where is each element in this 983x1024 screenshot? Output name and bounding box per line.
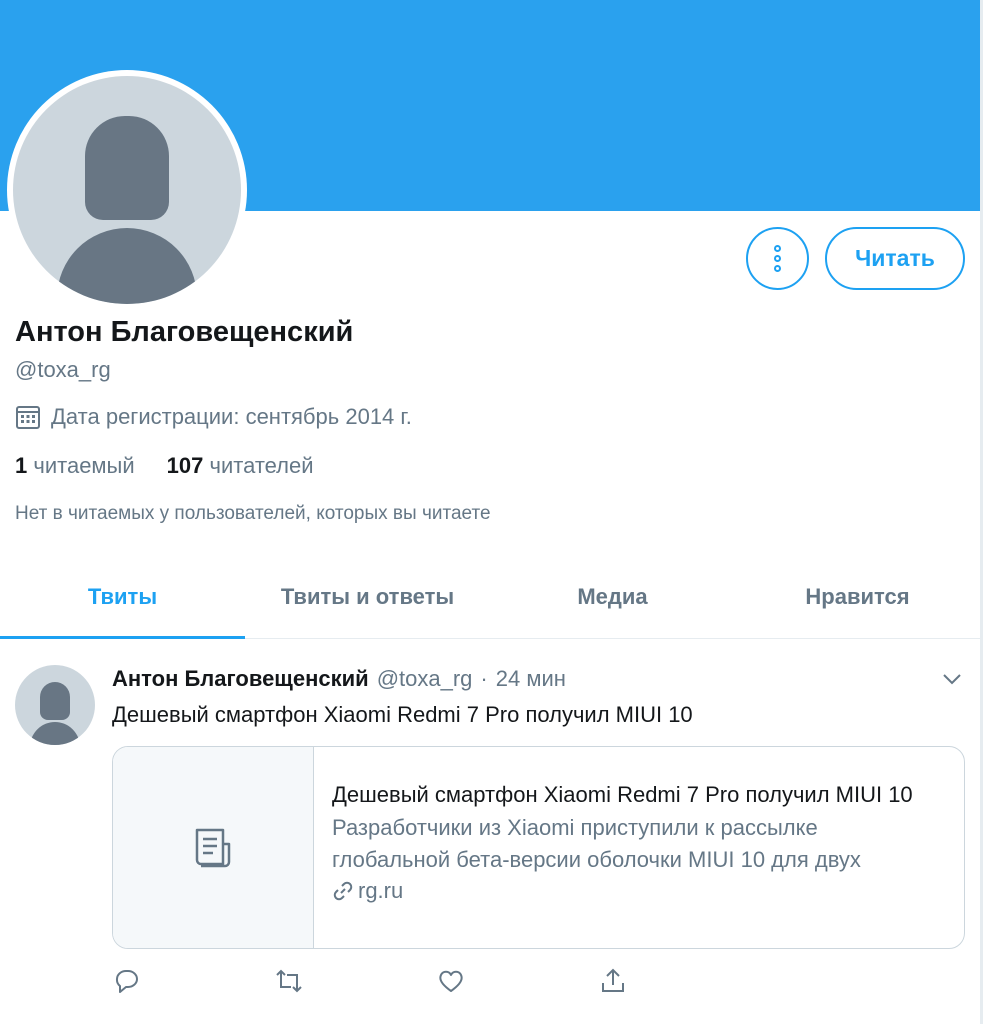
card-title: Дешевый смартфон Xiaomi Redmi 7 Pro полу… — [332, 782, 913, 807]
following-stat[interactable]: 1 читаемый — [15, 453, 135, 479]
profile-handle: @toxa_rg — [15, 357, 111, 382]
tab-likes[interactable]: Нравится — [735, 555, 980, 638]
article-icon — [195, 828, 231, 867]
tweet-actions — [112, 966, 632, 1000]
tweet-author-handle[interactable]: @toxa_rg — [377, 666, 473, 692]
tweet-author-name[interactable]: Антон Благовещенский — [112, 666, 369, 692]
tweet-avatar[interactable] — [15, 665, 95, 745]
tweet-text: Дешевый смартфон Xiaomi Redmi 7 Pro полу… — [112, 702, 693, 727]
more-icon — [774, 245, 781, 252]
heart-icon — [439, 970, 463, 992]
profile-stats: 1 читаемый 107 читателей — [15, 453, 314, 479]
reply-icon — [115, 970, 138, 993]
tab-media[interactable]: Медиа — [490, 555, 735, 638]
profile-tabs: Твиты Твиты и ответы Медиа Нравится — [0, 555, 980, 639]
more-options-button[interactable] — [746, 227, 809, 290]
retweet-button[interactable] — [274, 966, 304, 996]
tab-tweets[interactable]: Твиты — [0, 555, 245, 639]
profile-name: Антон Благовещенский — [15, 316, 354, 348]
default-avatar-icon — [13, 76, 241, 304]
tweet-separator: · — [480, 666, 488, 691]
reply-button[interactable] — [112, 966, 142, 996]
link-card[interactable]: Дешевый смартфон Xiaomi Redmi 7 Pro полу… — [112, 746, 965, 949]
not-followed-notice: Нет в читаемых у пользователей, которых … — [15, 503, 491, 524]
join-date: Дата регистрации: сентябрь 2014 г. — [15, 404, 412, 430]
retweet-icon — [276, 969, 302, 993]
tab-tweets-and-replies[interactable]: Твиты и ответы — [245, 555, 490, 638]
chevron-down-icon[interactable] — [941, 670, 963, 688]
join-date-text: Дата регистрации: сентябрь 2014 г. — [51, 404, 412, 429]
calendar-icon — [16, 406, 40, 429]
followers-stat[interactable]: 107 читателей — [167, 453, 314, 479]
profile-avatar[interactable] — [7, 70, 247, 310]
follow-button[interactable]: Читать — [825, 227, 965, 290]
tweet-time[interactable]: 24 мин — [496, 666, 566, 692]
share-icon — [602, 968, 624, 992]
card-thumbnail — [113, 747, 314, 948]
link-icon — [333, 881, 353, 901]
like-button[interactable] — [436, 966, 466, 996]
card-description: Разработчики из Xiaomi приступили к расс… — [332, 815, 861, 872]
tweet-header: Антон Благовещенский @toxa_rg · 24 мин — [112, 666, 566, 692]
share-button[interactable] — [598, 966, 628, 996]
card-domain: rg.ru — [332, 878, 944, 904]
